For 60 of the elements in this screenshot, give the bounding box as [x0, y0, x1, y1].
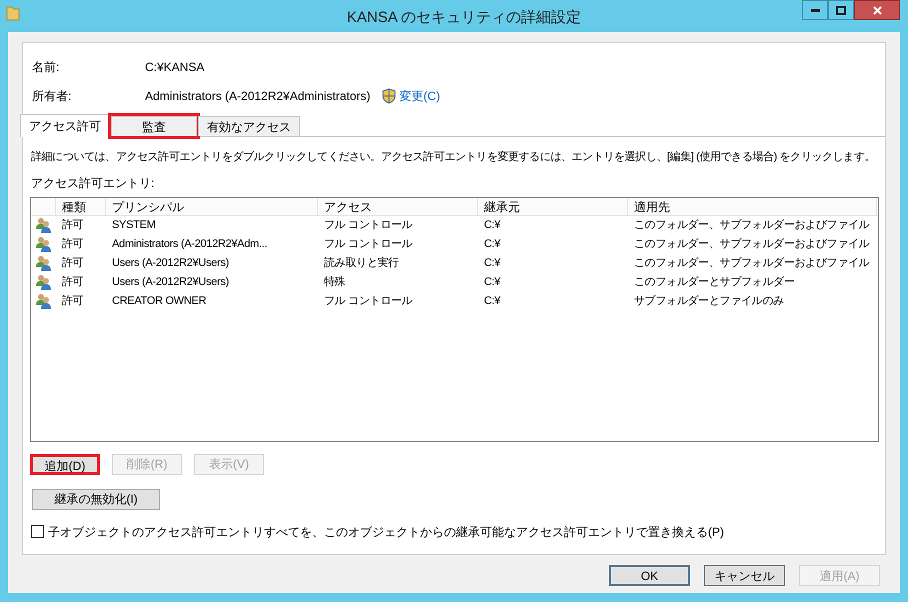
field-label: 所有者:	[32, 88, 72, 105]
close-button[interactable]	[854, 0, 900, 20]
table-cell-text: 許可	[61, 236, 84, 252]
checkbox-label: 子オブジェクトのアクセス許可エントリすべてを、このオブジェクトからの継承可能なアクセス許可エントリで置き換える(P)	[48, 524, 724, 540]
tab[interactable]: アクセス許可	[20, 114, 110, 137]
table-cell-text: C:¥	[483, 218, 502, 233]
table-cell-text: 読み取りと実行	[323, 256, 400, 271]
minimize-button[interactable]	[802, 0, 828, 20]
table-cell-text: 特殊	[323, 274, 346, 290]
dialog-button[interactable]: OK	[609, 565, 690, 586]
table-cell-text: 許可	[61, 256, 84, 271]
dialog-button[interactable]: キャンセル	[704, 565, 785, 586]
table-cell-text: 許可	[61, 274, 84, 290]
table-cell-text: CREATOR OWNER	[111, 294, 208, 309]
description-text: 詳細については、アクセス許可エントリをダブルクリックしてください。アクセス許可エントリを変更するには、エントリを選択し、[編集] (使用できる場合) をクリックします。	[31, 150, 875, 165]
table-cell-text: このフォルダーとサブフォルダー	[633, 274, 796, 290]
column-header[interactable]: アクセス	[318, 198, 478, 214]
users-icon	[36, 217, 52, 233]
change-link[interactable]: 変更(C)	[399, 87, 440, 105]
table-cell-text: サブフォルダーとファイルのみ	[633, 294, 785, 309]
table-cell-text: このフォルダー、サブフォルダーおよびファイル	[633, 236, 870, 252]
table-cell-text: フル コントロール	[323, 294, 414, 309]
field-label: 名前:	[32, 59, 60, 76]
field-value: Administrators (A-2012R2¥Administrators)	[145, 88, 370, 105]
table-cell-text: 許可	[61, 294, 84, 309]
column-header[interactable]: 適用先	[628, 198, 877, 214]
table-cell-text: C:¥	[483, 236, 502, 252]
field-value: C:¥KANSA	[145, 59, 204, 76]
entry-button[interactable]: 追加(D)	[30, 454, 100, 474]
folder-icon	[6, 5, 20, 21]
minimize-icon	[810, 8, 820, 12]
column-header[interactable]: 種類	[56, 198, 106, 214]
column-header[interactable]: プリンシパル	[106, 198, 318, 214]
table-cell-text: Users (A-2012R2¥Users)	[111, 256, 230, 271]
column-header[interactable]: 継承元	[478, 198, 628, 214]
users-icon	[36, 274, 52, 290]
table-cell-text: 許可	[61, 218, 84, 233]
table-cell-text: フル コントロール	[323, 236, 414, 252]
disable-inheritance-button[interactable]: 継承の無効化(I)	[32, 488, 160, 510]
tab[interactable]: 監査	[111, 116, 197, 136]
close-icon	[872, 6, 882, 14]
table-cell-text: Administrators (A-2012R2¥Adm...	[111, 236, 268, 252]
table-cell-text: フル コントロール	[323, 218, 414, 233]
table-cell-text: C:¥	[483, 294, 502, 309]
users-icon	[36, 293, 52, 309]
table-cell-text: Users (A-2012R2¥Users)	[111, 274, 230, 290]
tab[interactable]: 有効なアクセス	[198, 116, 300, 136]
table-cell-text: このフォルダー、サブフォルダーおよびファイル	[633, 218, 870, 233]
table-cell-text: C:¥	[483, 256, 502, 271]
entries-label: アクセス許可エントリ:	[31, 174, 156, 192]
users-icon	[36, 255, 52, 271]
table-cell-text: C:¥	[483, 274, 502, 290]
table-cell-text: SYSTEM	[111, 218, 156, 233]
table-cell-text: このフォルダー、サブフォルダーおよびファイル	[633, 256, 870, 271]
users-icon	[36, 236, 52, 252]
window-title: KANSA のセキュリティの詳細設定	[346, 8, 582, 28]
maximize-button[interactable]	[828, 0, 854, 20]
checkbox[interactable]	[31, 525, 44, 538]
maximize-icon	[836, 6, 846, 14]
shield-icon	[382, 88, 396, 104]
